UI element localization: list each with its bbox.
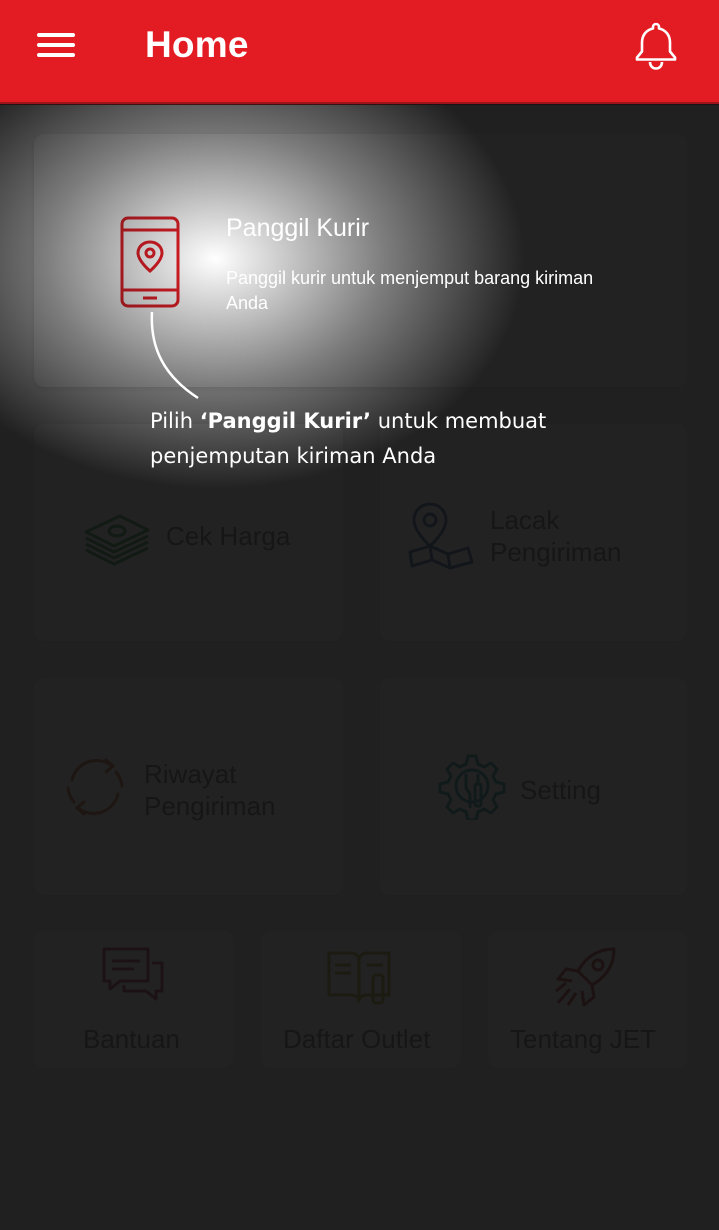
phone-location-icon <box>120 216 180 308</box>
bell-icon <box>635 22 677 70</box>
hamburger-menu-button[interactable] <box>30 26 82 66</box>
panggil-kurir-card[interactable] <box>34 134 687 387</box>
book-list-icon <box>327 951 391 1005</box>
chat-bubbles-icon <box>102 947 164 1001</box>
daftar-outlet-card[interactable]: Daftar Outlet <box>261 931 461 1068</box>
setting-card[interactable]: Setting <box>380 678 687 895</box>
hamburger-line <box>37 43 75 47</box>
rocket-icon <box>555 947 616 1007</box>
bantuan-card[interactable]: Bantuan <box>34 931 234 1068</box>
riwayat-label-line1: Riwayat <box>144 759 237 789</box>
riwayat-pengiriman-label: Riwayat Pengiriman <box>144 758 276 822</box>
cek-harga-label: Cek Harga <box>166 521 291 551</box>
money-stack-icon <box>84 514 150 566</box>
tooltip-pointer-line <box>150 311 199 400</box>
lacak-pengiriman-label: Lacak Pengiriman <box>490 504 622 568</box>
hamburger-line <box>37 53 75 57</box>
gear-tools-icon <box>438 754 506 820</box>
map-pin-icon <box>408 502 474 570</box>
refresh-cycle-icon <box>66 758 124 816</box>
coachmark-hint-text: Pilih ‘Panggil Kurir’ untuk membuat penj… <box>150 404 590 474</box>
tentang-jet-card[interactable]: Tentang JET <box>488 931 687 1068</box>
riwayat-label-line2: Pengiriman <box>144 791 276 821</box>
tentang-jet-label: Tentang JET <box>510 1024 656 1054</box>
setting-label: Setting <box>520 775 601 805</box>
lacak-label-line2: Pengiriman <box>490 537 622 567</box>
riwayat-pengiriman-card[interactable]: Riwayat Pengiriman <box>34 678 343 895</box>
hint-prefix: Pilih <box>150 409 200 433</box>
app-header: Home <box>0 0 719 105</box>
daftar-outlet-label: Daftar Outlet <box>283 1024 431 1054</box>
panggil-kurir-title: Panggil Kurir <box>226 214 370 242</box>
hint-emphasis: ‘Panggil Kurir’ <box>199 409 372 433</box>
notification-button[interactable] <box>628 18 684 74</box>
hamburger-menu-icon <box>37 33 75 37</box>
lacak-label-line1: Lacak <box>490 505 560 535</box>
panggil-kurir-description: Panggil kurir untuk menjemput barang kir… <box>226 268 594 313</box>
home-screen: Home Cek Harga Lacak Pengiriman Riwayat … <box>0 0 719 1230</box>
bantuan-label: Bantuan <box>83 1024 180 1054</box>
page-title: Home <box>145 24 249 65</box>
